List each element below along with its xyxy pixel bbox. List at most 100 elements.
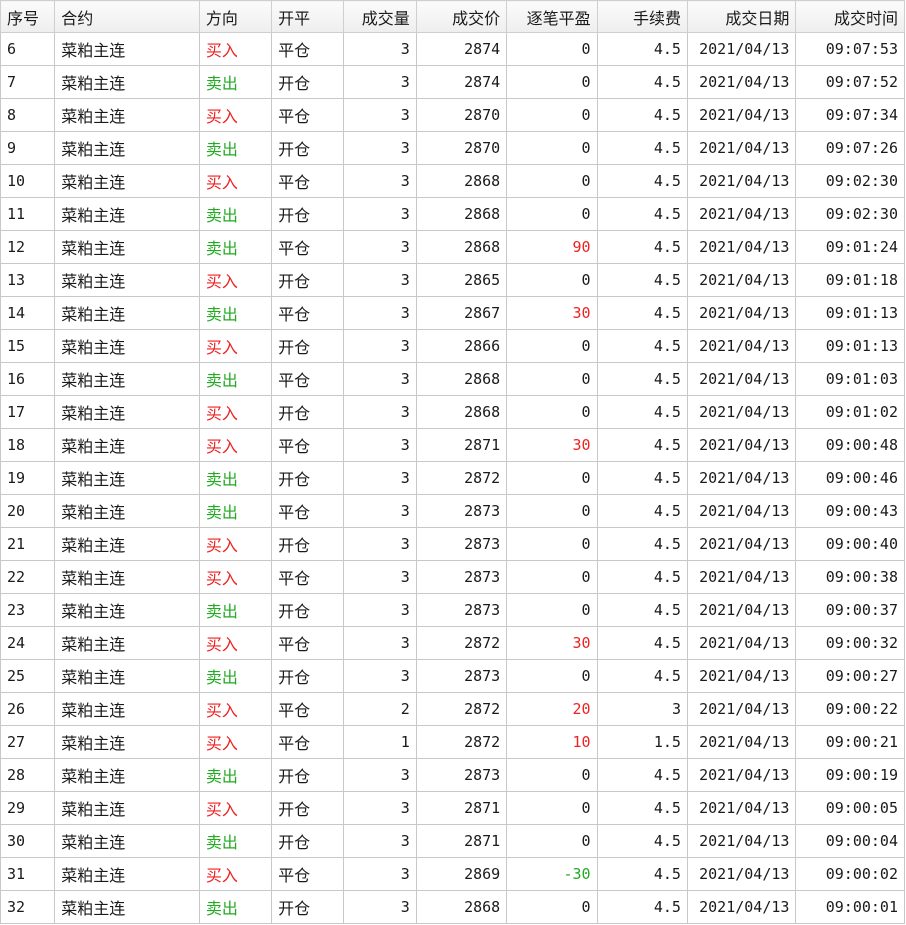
cell-fee: 4.5 [596, 362, 688, 396]
cell-time: 09:01:13 [795, 296, 905, 330]
cell-date: 2021/04/13 [686, 857, 797, 891]
header-time[interactable]: 成交时间 [795, 0, 905, 33]
cell-volume: 3 [343, 65, 417, 99]
table-row[interactable]: 26 菜粕主连 买入 平仓 2 2872 20 3 2021/04/13 09:00:22 [0, 692, 905, 726]
cell-seq: 11 [0, 197, 56, 231]
table-row[interactable]: 25 菜粕主连 卖出 开仓 3 2873 0 4.5 2021/04/13 09:00:27 [0, 659, 905, 693]
table-row[interactable]: 21 菜粕主连 买入 开仓 3 2873 0 4.5 2021/04/13 09:00:40 [0, 527, 905, 561]
table-row[interactable]: 32 菜粕主连 卖出 开仓 3 2868 0 4.5 2021/04/13 09:00:01 [0, 890, 905, 924]
header-contract[interactable]: 合约 [54, 0, 200, 33]
table-row[interactable]: 11 菜粕主连 卖出 开仓 3 2868 0 4.5 2021/04/13 09:02:30 [0, 197, 905, 231]
cell-volume: 3 [343, 494, 417, 528]
header-seq[interactable]: 序号 [0, 0, 56, 33]
cell-seq: 32 [0, 890, 56, 924]
cell-contract: 菜粕主连 [54, 263, 200, 297]
table-row[interactable]: 6 菜粕主连 买入 平仓 3 2874 0 4.5 2021/04/13 09:07:53 [0, 32, 905, 66]
table-row[interactable]: 9 菜粕主连 卖出 开仓 3 2870 0 4.5 2021/04/13 09:07:26 [0, 131, 905, 165]
cell-offset: 平仓 [271, 560, 345, 594]
header-fee[interactable]: 手续费 [596, 0, 688, 33]
cell-offset: 开仓 [271, 527, 345, 561]
cell-price: 2868 [415, 164, 508, 198]
table-row[interactable]: 24 菜粕主连 买入 平仓 3 2872 30 4.5 2021/04/13 09:00:32 [0, 626, 905, 660]
cell-seq: 29 [0, 791, 56, 825]
cell-price: 2873 [415, 527, 508, 561]
table-row[interactable]: 31 菜粕主连 买入 平仓 3 2869 -30 4.5 2021/04/13 09:00:02 [0, 857, 905, 891]
cell-date: 2021/04/13 [686, 395, 797, 429]
cell-date: 2021/04/13 [686, 758, 797, 792]
header-offset[interactable]: 开平 [271, 0, 345, 33]
cell-seq: 19 [0, 461, 56, 495]
cell-time: 09:07:53 [795, 32, 905, 66]
cell-date: 2021/04/13 [686, 131, 797, 165]
cell-fee: 4.5 [596, 527, 688, 561]
cell-volume: 3 [343, 527, 417, 561]
cell-volume: 1 [343, 725, 417, 759]
table-row[interactable]: 29 菜粕主连 买入 开仓 3 2871 0 4.5 2021/04/13 09:00:05 [0, 791, 905, 825]
cell-price: 2873 [415, 494, 508, 528]
header-price[interactable]: 成交价 [415, 0, 508, 33]
cell-offset: 平仓 [271, 725, 345, 759]
cell-fee: 4.5 [596, 131, 688, 165]
cell-contract: 菜粕主连 [54, 758, 200, 792]
cell-contract: 菜粕主连 [54, 461, 200, 495]
cell-fee: 4.5 [596, 164, 688, 198]
header-date[interactable]: 成交日期 [686, 0, 797, 33]
cell-seq: 12 [0, 230, 56, 264]
cell-volume: 3 [343, 791, 417, 825]
table-row[interactable]: 15 菜粕主连 买入 开仓 3 2866 0 4.5 2021/04/13 09:01:13 [0, 329, 905, 363]
cell-volume: 3 [343, 296, 417, 330]
table-row[interactable]: 18 菜粕主连 买入 平仓 3 2871 30 4.5 2021/04/13 09:00:48 [0, 428, 905, 462]
table-row[interactable]: 22 菜粕主连 买入 平仓 3 2873 0 4.5 2021/04/13 09:00:38 [0, 560, 905, 594]
cell-contract: 菜粕主连 [54, 593, 200, 627]
table-row[interactable]: 16 菜粕主连 卖出 平仓 3 2868 0 4.5 2021/04/13 09:01:03 [0, 362, 905, 396]
cell-direction: 卖出 [198, 230, 273, 264]
cell-price: 2873 [415, 593, 508, 627]
trade-records-table: 序号 合约 方向 开平 成交量 成交价 逐笔平盈 手续费 成交日期 成交时间 6… [0, 0, 905, 924]
table-row[interactable]: 27 菜粕主连 买入 平仓 1 2872 10 1.5 2021/04/13 09:00:21 [0, 725, 905, 759]
table-row[interactable]: 19 菜粕主连 卖出 开仓 3 2872 0 4.5 2021/04/13 09:00:46 [0, 461, 905, 495]
table-row[interactable]: 20 菜粕主连 卖出 平仓 3 2873 0 4.5 2021/04/13 09:00:43 [0, 494, 905, 528]
table-row[interactable]: 10 菜粕主连 买入 平仓 3 2868 0 4.5 2021/04/13 09:02:30 [0, 164, 905, 198]
cell-time: 09:00:01 [795, 890, 905, 924]
cell-direction: 卖出 [198, 362, 273, 396]
table-row[interactable]: 30 菜粕主连 卖出 开仓 3 2871 0 4.5 2021/04/13 09:00:04 [0, 824, 905, 858]
header-pnl[interactable]: 逐笔平盈 [506, 0, 598, 33]
cell-time: 09:01:18 [795, 263, 905, 297]
table-row[interactable]: 13 菜粕主连 买入 开仓 3 2865 0 4.5 2021/04/13 09:01:18 [0, 263, 905, 297]
cell-price: 2872 [415, 725, 508, 759]
cell-pnl: 30 [506, 626, 598, 660]
cell-price: 2868 [415, 395, 508, 429]
cell-date: 2021/04/13 [686, 626, 797, 660]
cell-volume: 3 [343, 626, 417, 660]
cell-direction: 卖出 [198, 197, 273, 231]
cell-offset: 开仓 [271, 791, 345, 825]
table-row[interactable]: 12 菜粕主连 卖出 平仓 3 2868 90 4.5 2021/04/13 09:01:24 [0, 230, 905, 264]
cell-date: 2021/04/13 [686, 197, 797, 231]
header-direction[interactable]: 方向 [198, 0, 273, 33]
cell-date: 2021/04/13 [686, 263, 797, 297]
cell-date: 2021/04/13 [686, 692, 797, 726]
cell-direction: 买入 [198, 395, 273, 429]
header-volume[interactable]: 成交量 [343, 0, 417, 33]
cell-seq: 17 [0, 395, 56, 429]
cell-date: 2021/04/13 [686, 890, 797, 924]
table-row[interactable]: 28 菜粕主连 卖出 开仓 3 2873 0 4.5 2021/04/13 09:00:19 [0, 758, 905, 792]
table-row[interactable]: 8 菜粕主连 买入 平仓 3 2870 0 4.5 2021/04/13 09:07:34 [0, 98, 905, 132]
cell-direction: 卖出 [198, 824, 273, 858]
table-row[interactable]: 17 菜粕主连 买入 开仓 3 2868 0 4.5 2021/04/13 09:01:02 [0, 395, 905, 429]
cell-direction: 买入 [198, 98, 273, 132]
cell-fee: 4.5 [596, 461, 688, 495]
cell-fee: 4.5 [596, 857, 688, 891]
cell-time: 09:01:24 [795, 230, 905, 264]
table-row[interactable]: 23 菜粕主连 卖出 开仓 3 2873 0 4.5 2021/04/13 09:00:37 [0, 593, 905, 627]
cell-direction: 买入 [198, 32, 273, 66]
cell-offset: 开仓 [271, 824, 345, 858]
cell-pnl: -30 [506, 857, 598, 891]
table-row[interactable]: 7 菜粕主连 卖出 开仓 3 2874 0 4.5 2021/04/13 09:07:52 [0, 65, 905, 99]
cell-offset: 开仓 [271, 329, 345, 363]
cell-price: 2865 [415, 263, 508, 297]
table-row[interactable]: 14 菜粕主连 卖出 平仓 3 2867 30 4.5 2021/04/13 09:01:13 [0, 296, 905, 330]
cell-direction: 卖出 [198, 65, 273, 99]
cell-fee: 4.5 [596, 593, 688, 627]
cell-time: 09:00:37 [795, 593, 905, 627]
